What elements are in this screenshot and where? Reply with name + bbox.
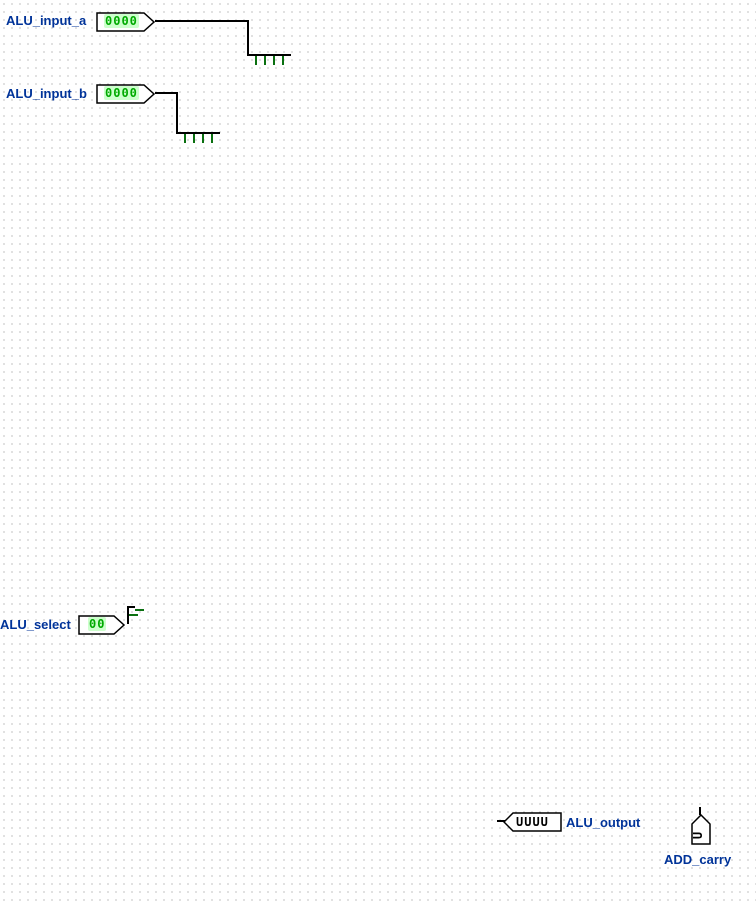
wire	[247, 20, 249, 56]
wire	[176, 92, 178, 134]
alu-input-b-value: 0000	[104, 86, 139, 100]
alu-output-label: ALU_output	[566, 815, 640, 830]
splitter-tick	[282, 56, 284, 65]
wire	[699, 807, 701, 815]
alu-input-b-label: ALU_input_b	[6, 86, 87, 101]
wire	[247, 54, 291, 56]
wire	[155, 20, 249, 22]
add-carry-value: U	[691, 831, 705, 839]
alu-input-a-label: ALU_input_a	[6, 13, 86, 28]
add-carry-label: ADD_carry	[664, 852, 731, 867]
splitter-tick	[193, 134, 195, 143]
splitter-tick	[184, 134, 186, 143]
wire	[176, 132, 220, 134]
alu-output-value: UUUU	[516, 815, 549, 829]
splitter-tick	[135, 609, 144, 611]
alu-input-a-value: 0000	[104, 14, 139, 28]
canvas-grid	[0, 0, 756, 904]
splitter-tick	[255, 56, 257, 65]
splitter-tick	[129, 614, 138, 616]
splitter-tick	[264, 56, 266, 65]
wire	[127, 606, 135, 608]
splitter-tick	[202, 134, 204, 143]
alu-select-label: ALU_select	[0, 617, 71, 632]
splitter-tick	[273, 56, 275, 65]
splitter-tick	[211, 134, 213, 143]
alu-select-value: 00	[88, 617, 106, 631]
wire	[155, 92, 178, 94]
wire	[497, 820, 505, 822]
